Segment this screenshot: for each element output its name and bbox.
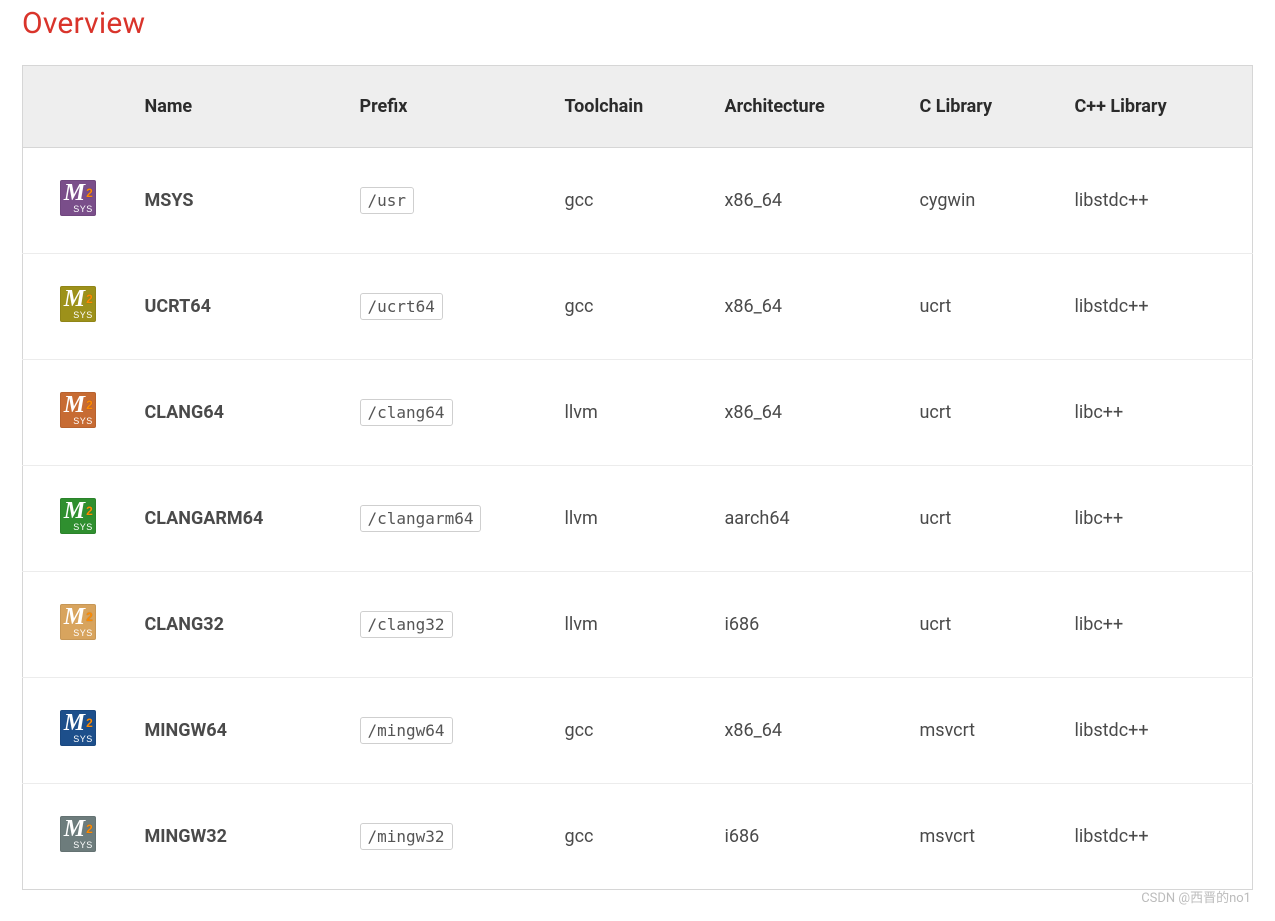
env-name: MINGW32 — [133, 784, 348, 890]
msys2-icon: M2SYS — [60, 180, 96, 216]
env-icon-cell: M2SYS — [23, 360, 133, 466]
msys2-icon: M2SYS — [60, 816, 96, 852]
env-prefix: /ucrt64 — [360, 293, 443, 320]
env-cpp-library: libstdc++ — [1063, 254, 1253, 360]
env-toolchain: gcc — [553, 254, 713, 360]
msys2-icon: M2SYS — [60, 286, 96, 322]
env-architecture: x86_64 — [713, 678, 908, 784]
env-name: UCRT64 — [133, 254, 348, 360]
col-header-cpp-library: C++ Library — [1063, 66, 1253, 148]
env-architecture: aarch64 — [713, 466, 908, 572]
env-prefix: /usr — [360, 187, 415, 214]
table-row: M2SYS CLANG32/clang32 llvmi686ucrtlibc++ — [23, 572, 1253, 678]
msys2-icon: M2SYS — [60, 392, 96, 428]
env-c-library: ucrt — [908, 466, 1063, 572]
env-c-library: cygwin — [908, 148, 1063, 254]
page-title: Overview — [22, 6, 1253, 41]
env-architecture: x86_64 — [713, 148, 908, 254]
env-prefix-cell: /mingw64 — [348, 678, 553, 784]
env-prefix-cell: /usr — [348, 148, 553, 254]
table-row: M2SYS CLANGARM64/clangarm64 llvmaarch64ucr… — [23, 466, 1253, 572]
col-header-architecture: Architecture — [713, 66, 908, 148]
env-c-library: ucrt — [908, 572, 1063, 678]
env-prefix: /mingw32 — [360, 823, 453, 850]
env-toolchain: llvm — [553, 360, 713, 466]
env-c-library: ucrt — [908, 360, 1063, 466]
env-icon-cell: M2SYS — [23, 148, 133, 254]
env-c-library: ucrt — [908, 254, 1063, 360]
env-c-library: msvcrt — [908, 678, 1063, 784]
table-row: M2SYS MINGW32/mingw32 gcci686msvcrtlibstdc… — [23, 784, 1253, 890]
env-toolchain: llvm — [553, 572, 713, 678]
env-cpp-library: libstdc++ — [1063, 678, 1253, 784]
col-header-toolchain: Toolchain — [553, 66, 713, 148]
table-row: M2SYS MINGW64/mingw64 gccx86_64msvcrtlibst… — [23, 678, 1253, 784]
env-prefix-cell: /clang32 — [348, 572, 553, 678]
msys2-icon: M2SYS — [60, 604, 96, 640]
table-row: M2SYS UCRT64/ucrt64 gccx86_64ucrtlibstdc++ — [23, 254, 1253, 360]
env-prefix-cell: /mingw32 — [348, 784, 553, 890]
env-name: MSYS — [133, 148, 348, 254]
env-cpp-library: libstdc++ — [1063, 784, 1253, 890]
env-name: CLANGARM64 — [133, 466, 348, 572]
env-prefix: /clang64 — [360, 399, 453, 426]
col-header-c-library: C Library — [908, 66, 1063, 148]
env-prefix: /clang32 — [360, 611, 453, 638]
col-header-name: Name — [133, 66, 348, 148]
env-prefix: /clangarm64 — [360, 505, 482, 532]
env-toolchain: gcc — [553, 678, 713, 784]
table-header-row: Name Prefix Toolchain Architecture C Lib… — [23, 66, 1253, 148]
env-prefix: /mingw64 — [360, 717, 453, 744]
env-prefix-cell: /ucrt64 — [348, 254, 553, 360]
env-icon-cell: M2SYS — [23, 572, 133, 678]
env-cpp-library: libc++ — [1063, 466, 1253, 572]
env-icon-cell: M2SYS — [23, 254, 133, 360]
attribution-text: CSDN @西晋的no1 — [1141, 887, 1251, 906]
env-cpp-library: libstdc++ — [1063, 148, 1253, 254]
msys2-icon: M2SYS — [60, 498, 96, 534]
env-c-library: msvcrt — [908, 784, 1063, 890]
env-architecture: i686 — [713, 572, 908, 678]
env-toolchain: llvm — [553, 466, 713, 572]
env-toolchain: gcc — [553, 148, 713, 254]
env-architecture: x86_64 — [713, 360, 908, 466]
env-cpp-library: libc++ — [1063, 572, 1253, 678]
env-name: CLANG64 — [133, 360, 348, 466]
environments-table: Name Prefix Toolchain Architecture C Lib… — [22, 65, 1253, 890]
env-architecture: i686 — [713, 784, 908, 890]
msys2-icon: M2SYS — [60, 710, 96, 746]
env-name: CLANG32 — [133, 572, 348, 678]
env-name: MINGW64 — [133, 678, 348, 784]
env-architecture: x86_64 — [713, 254, 908, 360]
env-icon-cell: M2SYS — [23, 784, 133, 890]
table-row: M2SYS MSYS/usr gccx86_64cygwinlibstdc++ — [23, 148, 1253, 254]
table-row: M2SYS CLANG64/clang64 llvmx86_64ucrtlibc++ — [23, 360, 1253, 466]
env-cpp-library: libc++ — [1063, 360, 1253, 466]
env-icon-cell: M2SYS — [23, 678, 133, 784]
env-prefix-cell: /clangarm64 — [348, 466, 553, 572]
env-icon-cell: M2SYS — [23, 466, 133, 572]
env-toolchain: gcc — [553, 784, 713, 890]
col-header-prefix: Prefix — [348, 66, 553, 148]
env-prefix-cell: /clang64 — [348, 360, 553, 466]
col-header-icon — [23, 66, 133, 148]
